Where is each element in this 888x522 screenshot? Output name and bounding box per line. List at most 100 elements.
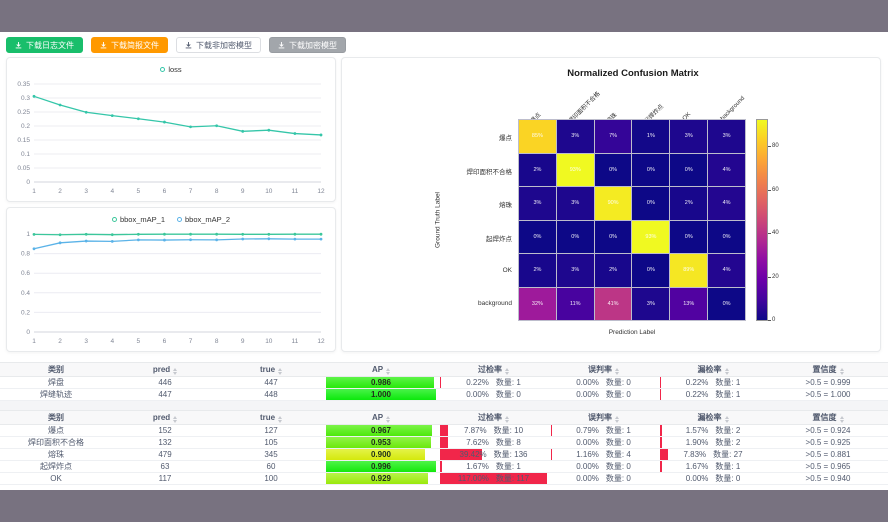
- table-row: 起焊炸点63600.9961.67%数量: 10.00%数量: 01.67%数量…: [0, 461, 888, 473]
- missdetect-cell: 0.22% 数量: 1: [660, 377, 766, 388]
- rate-percent: 0.79%: [576, 426, 599, 435]
- svg-text:0.3: 0.3: [21, 95, 30, 102]
- col-true-header[interactable]: true: [218, 411, 324, 425]
- true-cell: 448: [218, 389, 324, 401]
- cm-y-tick-label: 焊印面积不合格: [342, 166, 512, 176]
- sort-icon[interactable]: [725, 416, 729, 423]
- missdetect-cell: 0.00%数量: 0: [660, 473, 766, 484]
- svg-text:2: 2: [58, 188, 62, 195]
- col-mis-header[interactable]: 误判率: [549, 363, 658, 377]
- true-cell: 105: [218, 437, 324, 449]
- sort-icon[interactable]: [386, 416, 390, 423]
- overdetect-cell: 0.00%数量: 0: [440, 389, 547, 400]
- ap-value: 0.929: [371, 474, 391, 483]
- svg-text:11: 11: [292, 338, 299, 345]
- rate-percent: 0.22%: [686, 378, 709, 387]
- rate-percent: 0.00%: [576, 462, 599, 471]
- ap-cell: 0.986: [326, 377, 436, 388]
- svg-text:0: 0: [26, 179, 30, 186]
- misjudge-cell: 0.00%数量: 0: [551, 437, 656, 448]
- svg-text:0.35: 0.35: [17, 81, 30, 88]
- table-row: 焊缝轨迹4474481.0000.00%数量: 00.00%数量: 00.22%…: [0, 389, 888, 401]
- sort-icon[interactable]: [173, 368, 177, 375]
- col-pred-header[interactable]: pred: [112, 363, 218, 377]
- pred-cell: 447: [112, 389, 218, 401]
- sort-icon[interactable]: [725, 368, 729, 375]
- map-chart-card: bbox_mAP_1bbox_mAP_2 00.20.40.60.8112345…: [6, 207, 336, 352]
- svg-text:0.2: 0.2: [21, 309, 30, 316]
- rate-percent: 0.22%: [686, 390, 709, 399]
- cm-cell: 0%: [557, 221, 594, 254]
- download-unencrypted-model-button[interactable]: 下载非加密模型: [176, 37, 261, 53]
- misjudge-cell: 0.00%数量: 0: [551, 377, 656, 388]
- svg-text:10: 10: [265, 338, 273, 345]
- col-miss-header[interactable]: 漏检率: [658, 363, 768, 377]
- overdetect-cell: 7.62%数量: 8: [440, 437, 547, 448]
- sort-icon[interactable]: [278, 416, 282, 423]
- sort-icon[interactable]: [278, 368, 282, 375]
- svg-text:5: 5: [137, 188, 141, 195]
- sort-icon[interactable]: [615, 368, 619, 375]
- legend-item-bbox_mAP_2[interactable]: bbox_mAP_2: [177, 215, 230, 224]
- ap-cell: 0.996: [326, 461, 436, 472]
- col-over-header[interactable]: 过检率: [438, 411, 549, 425]
- map-chart: 00.20.40.60.81123456789101112: [7, 226, 335, 348]
- sort-icon[interactable]: [505, 416, 509, 423]
- cm-cell: 90%: [595, 187, 632, 220]
- sort-icon[interactable]: [840, 368, 844, 375]
- col-conf-header[interactable]: 置信度: [768, 411, 888, 425]
- confidence-cell: >0.5 = 0.940: [768, 473, 888, 485]
- cm-cell: 4%: [708, 154, 745, 187]
- legend-item-bbox_mAP_1[interactable]: bbox_mAP_1: [112, 215, 165, 224]
- sort-icon[interactable]: [840, 416, 844, 423]
- legend-marker-icon: [160, 67, 165, 72]
- class-cell: 起焊炸点: [0, 461, 112, 473]
- col-miss-header[interactable]: 漏检率: [658, 411, 768, 425]
- svg-text:0.6: 0.6: [21, 270, 30, 277]
- true-cell: 100: [218, 473, 324, 485]
- svg-text:0.15: 0.15: [17, 137, 30, 144]
- download-report-button[interactable]: 下载简报文件: [91, 37, 168, 53]
- col-over-header[interactable]: 过检率: [438, 363, 549, 377]
- rate-percent: 117.00%: [458, 474, 489, 483]
- cm-cell: 4%: [708, 254, 745, 287]
- colorbar-tick-label: 40: [772, 230, 779, 236]
- ap-cell: 0.929: [326, 473, 436, 484]
- sort-icon[interactable]: [505, 368, 509, 375]
- overdetect-cell: 39.42%数量: 136: [440, 449, 547, 460]
- download-log-button[interactable]: 下载日志文件: [6, 37, 83, 53]
- cm-yaxis-label: Ground Truth Label: [435, 192, 442, 248]
- legend-item-loss[interactable]: loss: [160, 65, 181, 74]
- svg-text:0.1: 0.1: [21, 151, 30, 158]
- cm-cell: 0%: [595, 221, 632, 254]
- overdetect-cell: 0.22%数量: 1: [440, 377, 547, 388]
- sort-icon[interactable]: [615, 416, 619, 423]
- sort-icon[interactable]: [386, 368, 390, 375]
- pred-cell: 479: [112, 449, 218, 461]
- cm-cell: 2%: [595, 254, 632, 287]
- sort-icon[interactable]: [173, 416, 177, 423]
- legend-label: bbox_mAP_2: [185, 215, 230, 224]
- svg-text:0.2: 0.2: [21, 123, 30, 130]
- rate-count: 数量: 1: [496, 377, 521, 388]
- confidence-cell: >0.5 = 0.881: [768, 449, 888, 461]
- col-conf-header[interactable]: 置信度: [768, 363, 888, 377]
- rate-count: 数量: 0: [606, 437, 631, 448]
- svg-text:8: 8: [215, 188, 219, 195]
- col-ap-header[interactable]: AP: [324, 411, 438, 425]
- col-mis-header[interactable]: 误判率: [549, 411, 658, 425]
- col-pred-header[interactable]: pred: [112, 411, 218, 425]
- download-encrypted-model-button[interactable]: 下载加密模型: [269, 37, 346, 53]
- missdetect-cell: 0.22%数量: 1: [660, 389, 766, 400]
- rate-count: 数量: 1: [715, 377, 740, 388]
- colorbar: [756, 119, 768, 321]
- rate-count: 数量: 136: [494, 449, 528, 460]
- confidence-cell: >0.5 = 0.965: [768, 461, 888, 473]
- download-report-label: 下载简报文件: [111, 40, 159, 51]
- col-ap-header[interactable]: AP: [324, 363, 438, 377]
- ap-value: 0.986: [371, 378, 391, 387]
- overdetect-cell: 1.67%数量: 1: [440, 461, 547, 472]
- col-true-header[interactable]: true: [218, 363, 324, 377]
- class-cell: 焊印面积不合格: [0, 437, 112, 449]
- rate-percent: 7.62%: [466, 438, 489, 447]
